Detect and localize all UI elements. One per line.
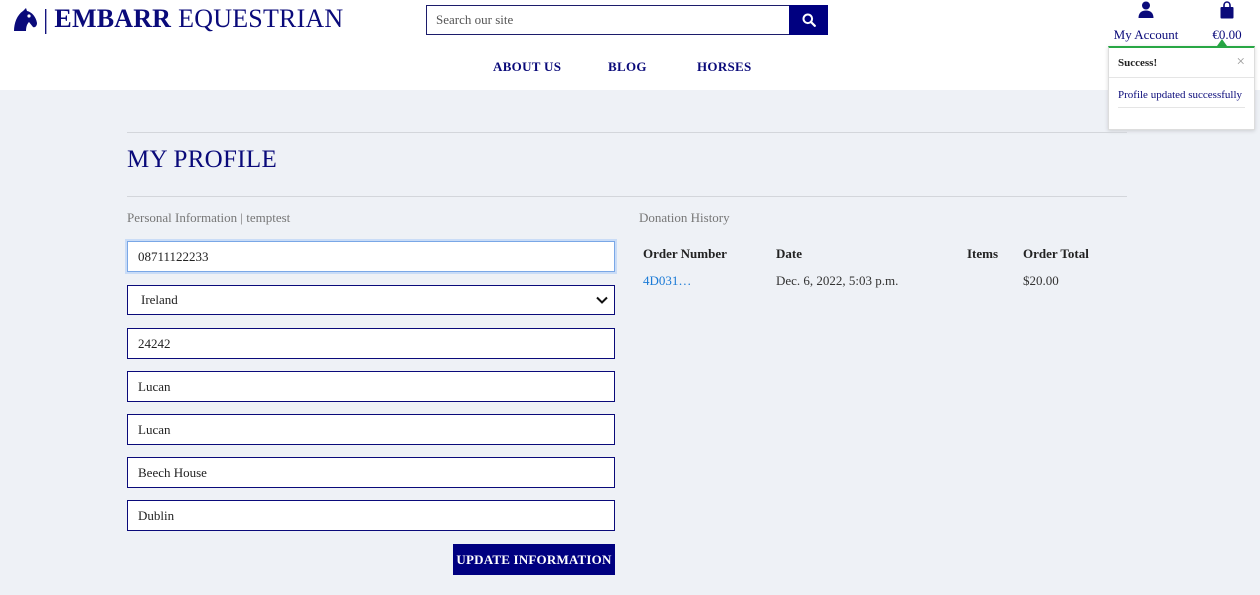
top-bar: | EMBARR EQUESTRIAN My Account €0.00 ABO… xyxy=(0,0,1260,90)
search-form xyxy=(426,5,828,35)
search-button[interactable] xyxy=(789,5,828,35)
brand-name-rest: EQUESTRIAN xyxy=(178,4,344,33)
toast-body: Profile updated successfully xyxy=(1109,78,1254,108)
phone-number-field[interactable] xyxy=(127,241,615,272)
donation-history-label: Donation History xyxy=(639,210,730,225)
success-toast: Success! × Profile updated successfully xyxy=(1108,46,1255,130)
chevron-down-icon xyxy=(596,296,608,304)
my-account-link[interactable]: My Account xyxy=(1110,0,1182,43)
brand-name-bold: EMBARR xyxy=(54,4,172,33)
divider-top xyxy=(127,132,1127,133)
street-address1-field[interactable] xyxy=(127,414,615,445)
search-icon xyxy=(802,13,816,27)
toast-arrow xyxy=(1217,39,1227,46)
my-account-label: My Account xyxy=(1113,27,1179,42)
nav-item-about-us[interactable]: ABOUT US xyxy=(493,59,561,75)
column-header-order-number: Order Number xyxy=(643,246,727,261)
column-header-date: Date xyxy=(776,246,802,261)
order-total: $20.00 xyxy=(1023,273,1059,288)
postcode-field[interactable] xyxy=(127,328,615,359)
user-icon xyxy=(1138,1,1154,18)
toast-message: Profile updated successfully xyxy=(1118,89,1245,108)
personal-info-label: Personal Information | temptest xyxy=(127,210,291,225)
divider-title xyxy=(127,196,1127,197)
order-date: Dec. 6, 2022, 5:03 p.m. xyxy=(776,273,899,288)
page-title: MY PROFILE xyxy=(127,146,278,173)
toast-header: Success! × xyxy=(1109,48,1254,78)
column-header-items: Items xyxy=(967,246,999,261)
street-address2-field[interactable] xyxy=(127,457,615,488)
search-input[interactable] xyxy=(426,5,789,35)
order-number-link[interactable]: 4D031… xyxy=(643,273,691,289)
town-city-field[interactable] xyxy=(127,371,615,402)
nav-item-blog[interactable]: BLOG xyxy=(608,59,647,75)
update-information-button[interactable]: UPDATE INFORMATION xyxy=(453,544,615,575)
column-header-order-total: Order Total xyxy=(1023,246,1089,261)
country-select[interactable]: Ireland xyxy=(127,285,615,315)
brand-separator: | xyxy=(43,4,49,34)
country-selected-value: Ireland xyxy=(141,292,178,307)
cart-total: €0.00 xyxy=(1212,27,1242,42)
brand[interactable]: | EMBARR EQUESTRIAN xyxy=(11,4,343,34)
main-nav: ABOUT US BLOG HORSES xyxy=(0,59,1260,75)
close-icon[interactable]: × xyxy=(1237,55,1245,70)
horse-head-logo-icon xyxy=(14,8,37,31)
cart-link[interactable]: €0.00 xyxy=(1205,0,1249,43)
county-field[interactable] xyxy=(127,500,615,531)
shopping-bag-icon xyxy=(1220,1,1234,19)
toast-title: Success! xyxy=(1118,56,1158,69)
nav-item-horses[interactable]: HORSES xyxy=(697,59,752,75)
